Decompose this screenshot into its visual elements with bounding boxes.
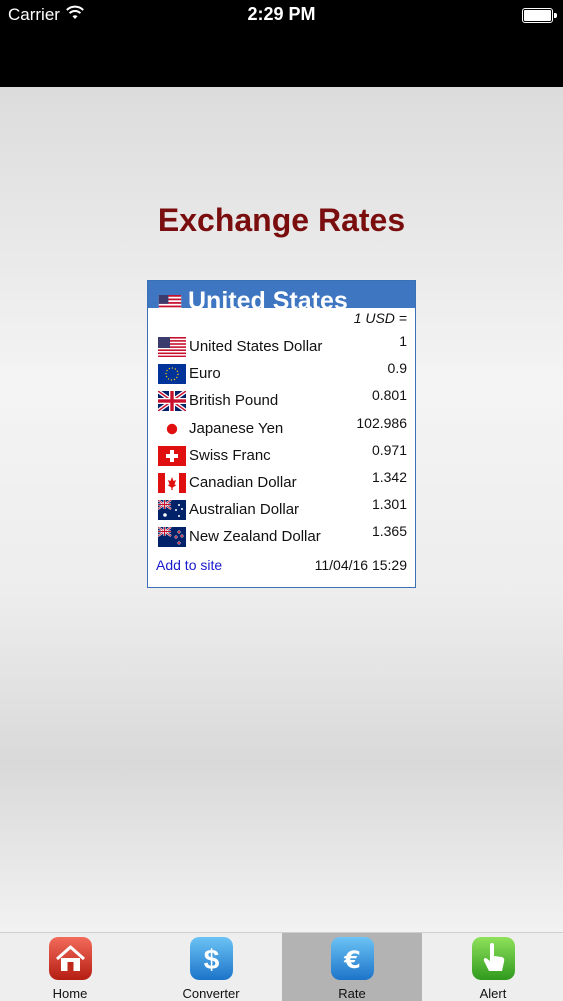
- currency-rate: 1: [399, 333, 407, 349]
- home-icon: [49, 937, 92, 980]
- japan-flag-icon: [158, 418, 186, 439]
- eu-flag-icon: [158, 364, 186, 385]
- us-flag-icon: [158, 295, 182, 308]
- tab-home[interactable]: Home: [0, 933, 140, 1001]
- rate-row-eur: Euro 0.9: [148, 360, 415, 387]
- tab-label: Home: [52, 986, 88, 1001]
- tab-label: Converter: [182, 986, 240, 1001]
- rates-list: United States Dollar 1 Euro 0.9 British …: [148, 333, 415, 551]
- base-currency-label: 1 USD =: [353, 310, 407, 326]
- currency-rate: 1.301: [371, 496, 407, 513]
- australia-flag-icon: [158, 500, 186, 521]
- currency-rate: 0.9: [387, 360, 407, 377]
- us-flag-icon: [158, 337, 186, 357]
- currency-name: Australian Dollar: [189, 501, 300, 519]
- currency-rate: 0.971: [371, 441, 407, 458]
- status-time: 2:29 PM: [247, 4, 316, 24]
- currency-name: Swiss Franc: [189, 446, 271, 464]
- widget-header: United States: [148, 281, 415, 308]
- rates-timestamp: 11/04/16 15:29: [314, 557, 407, 573]
- currency-name: Japanese Yen: [189, 419, 284, 437]
- currency-rate: 102.986: [356, 414, 407, 431]
- tab-label: Rate: [338, 986, 366, 1001]
- dollar-icon: $: [190, 937, 233, 980]
- tab-rate[interactable]: € Rate: [282, 933, 422, 1001]
- tab-bar: Home $ Converter € Rate Alert: [0, 932, 563, 1001]
- currency-name: British Pound: [189, 392, 279, 410]
- canada-flag-icon: [158, 472, 186, 493]
- tab-converter[interactable]: $ Converter: [141, 933, 281, 1001]
- rate-row-gbp: British Pound 0.801: [148, 387, 415, 414]
- currency-rate: 1.365: [371, 523, 407, 540]
- currency-rate: 0.801: [371, 387, 407, 404]
- euro-icon: €: [331, 937, 374, 980]
- rate-row-jpy: Japanese Yen 102.986: [148, 415, 415, 442]
- uk-flag-icon: [158, 391, 186, 412]
- tab-alert[interactable]: Alert: [423, 933, 563, 1001]
- swiss-flag-icon: [158, 445, 186, 466]
- exchange-rate-widget: United States 1 USD = United States Doll…: [147, 280, 416, 588]
- currency-name: Canadian Dollar: [189, 473, 297, 491]
- pointer-hand-icon: [472, 937, 515, 980]
- page-title: Exchange Rates: [157, 202, 406, 238]
- new-zealand-flag-icon: [158, 527, 186, 548]
- tab-label: Alert: [479, 986, 507, 1001]
- svg-text:€: €: [343, 946, 361, 974]
- currency-name: United States Dollar: [189, 338, 323, 355]
- rate-row-chf: Swiss Franc 0.971: [148, 442, 415, 469]
- main-content: Exchange Rates United States 1 USD = Uni…: [0, 87, 563, 932]
- rate-row-cad: Canadian Dollar 1.342: [148, 469, 415, 496]
- rate-row-aud: Australian Dollar 1.301: [148, 496, 415, 523]
- svg-text:$: $: [204, 944, 220, 975]
- add-to-site-link[interactable]: Add to site: [156, 557, 222, 573]
- currency-name: New Zealand Dollar: [189, 528, 321, 546]
- battery-icon: [522, 8, 557, 23]
- rate-row-nzd: New Zealand Dollar 1.365: [148, 523, 415, 550]
- currency-name: Euro: [189, 365, 221, 383]
- currency-rate: 1.342: [371, 468, 407, 485]
- widget-country: United States: [188, 287, 348, 308]
- status-bar: Carrier 2:29 PM: [0, 0, 563, 87]
- rate-row-usd: United States Dollar 1: [148, 333, 415, 360]
